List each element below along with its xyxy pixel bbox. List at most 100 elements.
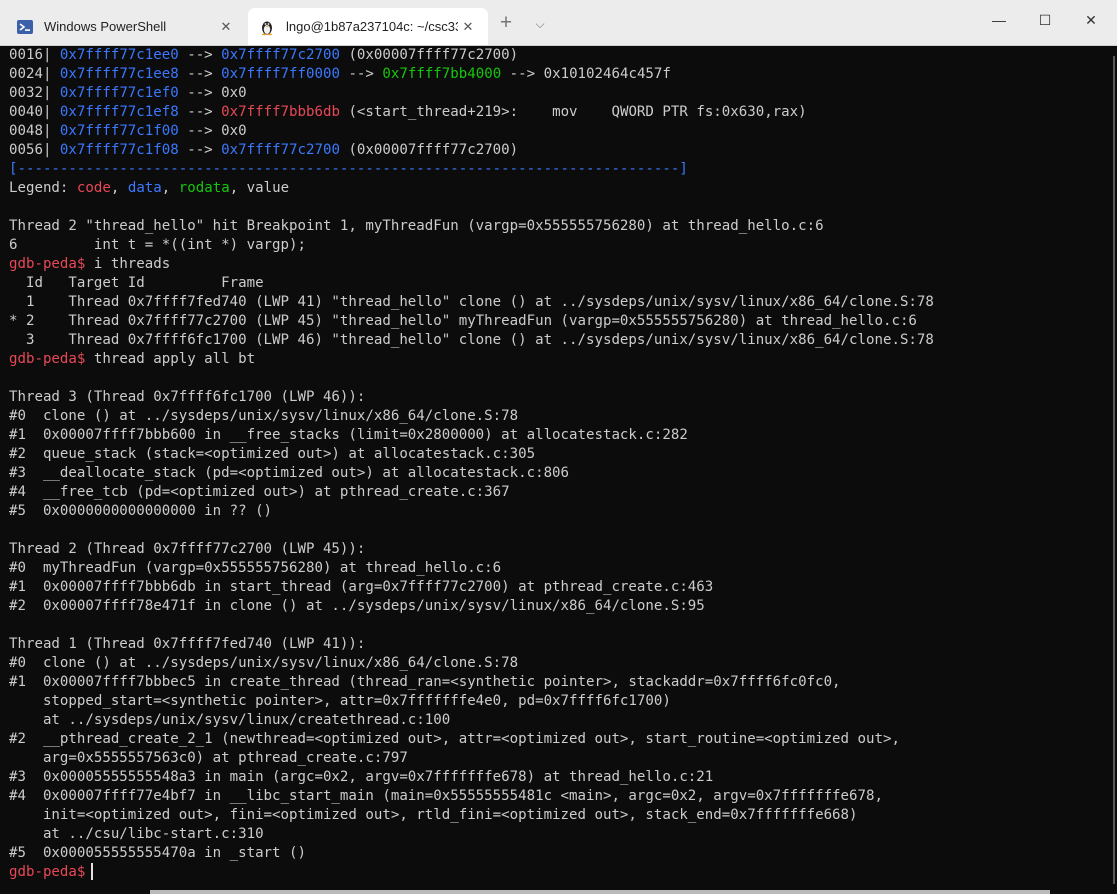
close-window-button[interactable]: ✕ bbox=[1068, 0, 1114, 40]
terminal-line: stopped_start=<synthetic pointer>, attr=… bbox=[9, 692, 1103, 711]
chevron-down-icon[interactable]: ⌵ bbox=[528, 12, 552, 36]
terminal-line: gdb-peda$ i threads bbox=[9, 255, 1103, 274]
terminal-text: gdb-peda$ bbox=[9, 351, 86, 367]
terminal-line: at ../csu/libc-start.c:310 bbox=[9, 825, 1103, 844]
terminal-line: #1 0x00007ffff7bbb600 in __free_stacks (… bbox=[9, 426, 1103, 445]
terminal-line: #2 queue_stack (stack=<optimized out>) a… bbox=[9, 445, 1103, 464]
terminal-text: , value bbox=[229, 180, 290, 196]
linux-penguin-icon bbox=[258, 18, 276, 36]
terminal-text: rodata bbox=[178, 180, 230, 196]
terminal-line: #4 __free_tcb (pd=<optimized out>) at pt… bbox=[9, 483, 1103, 502]
terminal-line: Thread 3 (Thread 0x7ffff6fc1700 (LWP 46)… bbox=[9, 388, 1103, 407]
terminal-line: Id Target Id Frame bbox=[9, 274, 1103, 293]
terminal-text: thread apply all bt bbox=[85, 351, 256, 367]
tab-linux-shell[interactable]: lngo@1b87a237104c: ~/csc331 ✕ bbox=[248, 8, 488, 45]
terminal-text: 0x7ffff77c1ef0 bbox=[59, 85, 179, 101]
terminal-text: #2 0x00007ffff78e471f in clone () at ../… bbox=[9, 598, 705, 614]
new-tab-button[interactable]: + bbox=[494, 12, 518, 36]
terminal-text: at ../csu/libc-start.c:310 bbox=[9, 826, 264, 842]
terminal-line: #2 __pthread_create_2_1 (newthread=<opti… bbox=[9, 730, 1103, 749]
terminal-text: #2 __pthread_create_2_1 (newthread=<opti… bbox=[9, 731, 900, 747]
terminal-line: #5 0x000055555555470a in _start () bbox=[9, 844, 1103, 863]
terminal-line: 0024| 0x7ffff77c1ee8 --> 0x7ffff7ff0000 … bbox=[9, 65, 1103, 84]
terminal-line: #0 clone () at ../sysdeps/unix/sysv/linu… bbox=[9, 654, 1103, 673]
terminal-text: 1 Thread 0x7ffff7fed740 (LWP 41) "thread… bbox=[9, 294, 934, 310]
terminal-text: Thread 1 (Thread 0x7ffff7fed740 (LWP 41)… bbox=[9, 636, 366, 652]
tab-label: lngo@1b87a237104c: ~/csc331 bbox=[286, 19, 458, 34]
terminal-text: Legend: bbox=[9, 180, 77, 196]
terminal-line: #4 0x00007ffff77e4bf7 in __libc_start_ma… bbox=[9, 787, 1103, 806]
terminal-text: 0x7ffff77c2700 bbox=[221, 47, 340, 63]
terminal-line: at ../sysdeps/unix/sysv/linux/createthre… bbox=[9, 711, 1103, 730]
terminal-text: 0016| bbox=[9, 47, 60, 63]
terminal-text: 0x7ffff7bbb6db bbox=[221, 104, 340, 120]
close-tab-icon[interactable]: ✕ bbox=[458, 19, 478, 35]
terminal-line: 0032| 0x7ffff77c1ef0 --> 0x0 bbox=[9, 84, 1103, 103]
terminal-text: 0x7ffff77c1ee0 bbox=[59, 47, 179, 63]
terminal-line: #0 clone () at ../sysdeps/unix/sysv/linu… bbox=[9, 407, 1103, 426]
terminal-text: #0 clone () at ../sysdeps/unix/sysv/linu… bbox=[9, 655, 519, 671]
terminal-line: #1 0x00007ffff7bbb6db in start_thread (a… bbox=[9, 578, 1103, 597]
terminal-text: (0x00007ffff77c2700) bbox=[339, 47, 519, 63]
terminal-line: #1 0x00007ffff7bbbec5 in create_thread (… bbox=[9, 673, 1103, 692]
prompt-line[interactable]: gdb-peda$ bbox=[0, 863, 1103, 882]
terminal-text: 0x7ffff77c1f00 bbox=[59, 123, 179, 139]
terminal-text: --> bbox=[178, 66, 222, 82]
terminal-line: #2 0x00007ffff78e471f in clone () at ../… bbox=[9, 597, 1103, 616]
scrollbar-thumb[interactable] bbox=[1113, 56, 1115, 884]
terminal-text: --> bbox=[178, 104, 222, 120]
terminal-text: --> bbox=[339, 66, 383, 82]
terminal-line: init=<optimized out>, fini=<optimized ou… bbox=[9, 806, 1103, 825]
terminal-text: (0x00007ffff77c2700) bbox=[339, 142, 519, 158]
terminal-text: gdb-peda$ bbox=[9, 256, 86, 272]
minimize-button[interactable]: — bbox=[976, 0, 1022, 40]
terminal-text: #0 myThreadFun (vargp=0x555555756280) at… bbox=[9, 560, 502, 576]
taskbar-edge bbox=[150, 890, 1050, 894]
terminal-text: code bbox=[76, 180, 111, 196]
terminal-line: 0016| 0x7ffff77c1ee0 --> 0x7ffff77c2700 … bbox=[9, 46, 1103, 65]
terminal-text: init=<optimized out>, fini=<optimized ou… bbox=[9, 807, 858, 823]
close-tab-icon[interactable]: ✕ bbox=[216, 19, 236, 35]
terminal-line: 0056| 0x7ffff77c1f08 --> 0x7ffff77c2700 … bbox=[9, 141, 1103, 160]
terminal-text: #4 __free_tcb (pd=<optimized out>) at pt… bbox=[9, 484, 510, 500]
terminal-text: #5 0x0000000000000000 in ?? () bbox=[9, 503, 273, 519]
terminal-text: 0024| bbox=[9, 66, 60, 82]
terminal-line: #0 myThreadFun (vargp=0x555555756280) at… bbox=[9, 559, 1103, 578]
terminal-text: data bbox=[127, 180, 162, 196]
terminal-line: #3 __deallocate_stack (pd=<optimized out… bbox=[9, 464, 1103, 483]
scrollbar[interactable] bbox=[1103, 46, 1117, 894]
terminal-line: * 2 Thread 0x7ffff77c2700 (LWP 45) "thre… bbox=[9, 312, 1103, 331]
terminal-text: #2 queue_stack (stack=<optimized out>) a… bbox=[9, 446, 536, 462]
terminal-line: Thread 2 (Thread 0x7ffff77c2700 (LWP 45)… bbox=[9, 540, 1103, 559]
terminal-output[interactable]: 0016| 0x7ffff77c1ee0 --> 0x7ffff77c2700 … bbox=[0, 46, 1103, 890]
terminal-text: --> 0x0 bbox=[178, 123, 247, 139]
terminal-text: --> bbox=[178, 47, 222, 63]
terminal-text: #1 0x00007ffff7bbb6db in start_thread (a… bbox=[9, 579, 714, 595]
terminal-line: Thread 1 (Thread 0x7ffff7fed740 (LWP 41)… bbox=[9, 635, 1103, 654]
terminal-text: 0x7ffff7ff0000 bbox=[221, 66, 340, 82]
maximize-button[interactable]: ☐ bbox=[1022, 0, 1068, 40]
terminal-text: 0056| bbox=[9, 142, 60, 158]
terminal-text: arg=0x5555557563c0) at pthread_create.c:… bbox=[9, 750, 408, 766]
tab-windows-powershell[interactable]: Windows PowerShell ✕ bbox=[6, 8, 246, 45]
title-bar: Windows PowerShell ✕ lngo@1b87a237104c: … bbox=[0, 0, 1117, 46]
terminal-text: 6 int t = *((int *) vargp); bbox=[9, 237, 306, 253]
terminal-text: Thread 2 (Thread 0x7ffff77c2700 (LWP 45)… bbox=[9, 541, 366, 557]
terminal-line: 3 Thread 0x7ffff6fc1700 (LWP 46) "thread… bbox=[9, 331, 1103, 350]
terminal-text: * 2 Thread 0x7ffff77c2700 (LWP 45) "thre… bbox=[9, 313, 917, 329]
terminal-text: #0 clone () at ../sysdeps/unix/sysv/linu… bbox=[9, 408, 519, 424]
terminal-line: [---------------------------------------… bbox=[9, 160, 1103, 179]
terminal-text: 3 Thread 0x7ffff6fc1700 (LWP 46) "thread… bbox=[9, 332, 934, 348]
tab-label: Windows PowerShell bbox=[44, 19, 167, 34]
terminal-text: --> 0x10102464c457f bbox=[501, 66, 671, 82]
terminal-text: (<start_thread+219>: mov QWORD PTR fs:0x… bbox=[339, 104, 807, 120]
terminal-text: Thread 2 "thread_hello" hit Breakpoint 1… bbox=[9, 218, 824, 234]
terminal-text: 0032| bbox=[9, 85, 60, 101]
terminal-text: 0040| bbox=[9, 104, 60, 120]
terminal-line: Legend: code, data, rodata, value bbox=[9, 179, 1103, 198]
terminal-text: stopped_start=<synthetic pointer>, attr=… bbox=[9, 693, 671, 709]
terminal-text: #1 0x00007ffff7bbb600 in __free_stacks (… bbox=[9, 427, 688, 443]
text-cursor bbox=[91, 863, 93, 880]
terminal-text: #1 0x00007ffff7bbbec5 in create_thread (… bbox=[9, 674, 841, 690]
